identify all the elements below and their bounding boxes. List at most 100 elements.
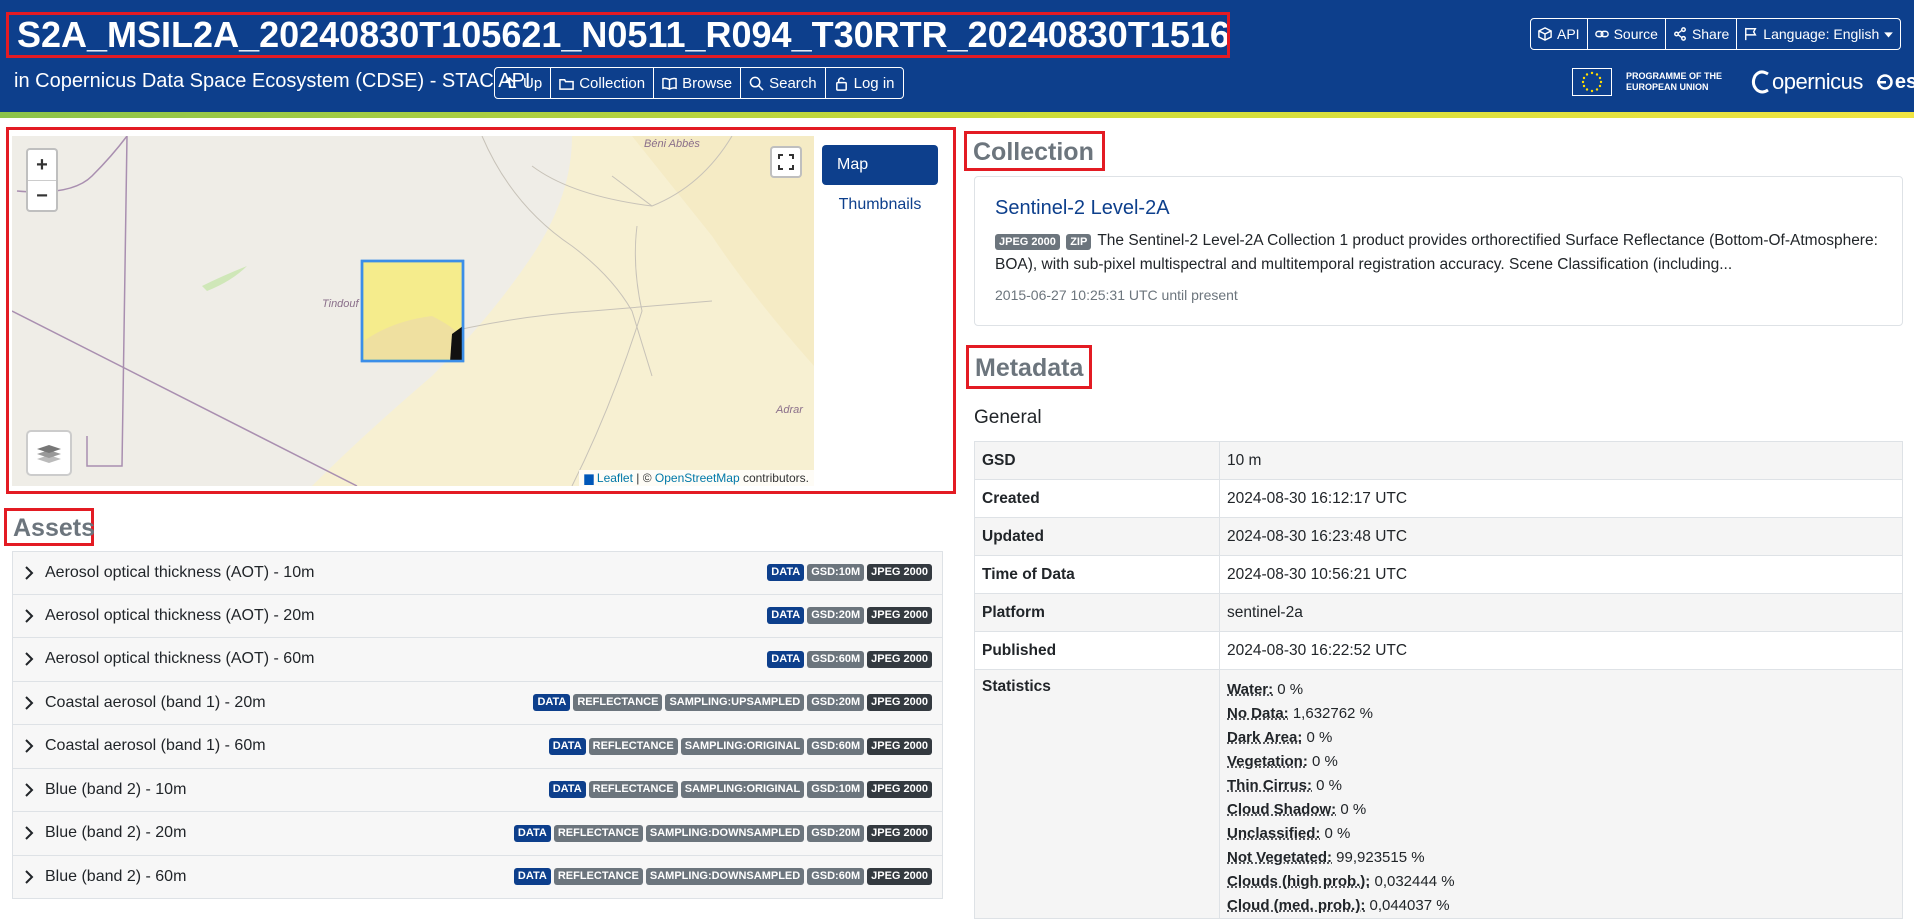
asset-row[interactable]: Blue (band 2) - 20m DATA REFLECTANCE SAMPLI… bbox=[12, 812, 943, 856]
asset-badge: REFLECTANCE bbox=[588, 781, 678, 799]
chevron-right-icon[interactable] bbox=[13, 869, 45, 885]
up-button-label: Up bbox=[523, 74, 543, 92]
asset-badge: JPEG 2000 bbox=[867, 564, 932, 582]
search-button-label: Search bbox=[769, 74, 817, 92]
asset-row[interactable]: Blue (band 2) - 10m DATA REFLECTANCE SAMPLI… bbox=[12, 768, 943, 812]
map-label-beni-abbes: Béni Abbès bbox=[644, 138, 700, 150]
asset-badge: GSD:10M bbox=[807, 564, 865, 582]
format-badge: ZIP bbox=[1066, 234, 1092, 250]
metadata-heading: Metadata bbox=[966, 345, 1092, 389]
collection-card: Sentinel-2 Level-2A JPEG 2000 ZIP The Se… bbox=[974, 176, 1903, 326]
chevron-right-icon[interactable] bbox=[13, 782, 45, 798]
asset-badge: SAMPLING:ORIGINAL bbox=[680, 781, 805, 799]
book-icon bbox=[662, 77, 677, 90]
asset-row[interactable]: Aerosol optical thickness (AOT) - 20m DAT… bbox=[12, 594, 943, 638]
asset-badge: JPEG 2000 bbox=[867, 607, 932, 625]
api-button[interactable]: API bbox=[1531, 19, 1588, 49]
map-label-adrar: Adrar bbox=[776, 404, 803, 416]
browse-button[interactable]: Browse bbox=[654, 68, 742, 98]
flag-icon bbox=[1745, 27, 1757, 41]
asset-badge: SAMPLING:ORIGINAL bbox=[680, 737, 805, 755]
metadata-value: sentinel-2a bbox=[1219, 593, 1903, 632]
zoom-in-button[interactable]: + bbox=[28, 150, 56, 181]
map-terrain bbox=[12, 136, 814, 486]
asset-title: Blue (band 2) - 10m bbox=[45, 780, 187, 798]
collection-title-link[interactable]: Sentinel-2 Level-2A bbox=[995, 197, 1170, 220]
tab-map[interactable]: Map bbox=[822, 145, 938, 185]
layers-icon bbox=[37, 445, 61, 463]
metadata-key: Updated bbox=[974, 517, 1220, 556]
language-dropdown-label: Language: English bbox=[1763, 26, 1880, 42]
asset-title: Blue (band 2) - 60m bbox=[45, 867, 187, 885]
asset-badge: GSD:20M bbox=[807, 694, 865, 712]
asset-badge: DATA bbox=[767, 650, 805, 668]
asset-badge: GSD:60M bbox=[807, 868, 865, 886]
collection-description-text: The Sentinel-2 Level-2A Collection 1 pro… bbox=[995, 232, 1878, 273]
openstreetmap-link[interactable]: OpenStreetMap bbox=[655, 471, 740, 485]
chevron-right-icon[interactable] bbox=[13, 695, 45, 711]
statistic-key: Not Vegetated: bbox=[1227, 849, 1333, 866]
login-button[interactable]: Log in bbox=[826, 68, 903, 98]
chevron-right-icon[interactable] bbox=[13, 738, 45, 754]
asset-badge: GSD:60M bbox=[807, 737, 865, 755]
chevron-right-icon[interactable] bbox=[13, 651, 45, 667]
asset-title: Coastal aerosol (band 1) - 60m bbox=[45, 737, 266, 755]
collection-button[interactable]: Collection bbox=[551, 68, 655, 98]
search-button[interactable]: Search bbox=[741, 68, 826, 98]
assets-list: Aerosol optical thickness (AOT) - 10m DAT… bbox=[12, 551, 943, 899]
asset-badges: DATA REFLECTANCE SAMPLING:ORIGINAL GSD:60M J… bbox=[548, 737, 942, 755]
asset-row[interactable]: Coastal aerosol (band 1) - 20m DATA REFLEC… bbox=[12, 681, 943, 725]
collection-heading: Collection bbox=[964, 131, 1105, 171]
statistic-item: Vegetation: 0 % bbox=[1227, 750, 1895, 774]
leaflet-link[interactable]: Leaflet bbox=[597, 471, 633, 485]
asset-title: Aerosol optical thickness (AOT) - 10m bbox=[45, 563, 315, 581]
api-button-label: API bbox=[1557, 26, 1580, 42]
fullscreen-button[interactable] bbox=[770, 146, 802, 178]
tab-thumbnails[interactable]: Thumbnails bbox=[822, 187, 938, 223]
map-label-tindouf: Tindouf bbox=[322, 298, 359, 310]
asset-row[interactable]: Aerosol optical thickness (AOT) - 10m DAT… bbox=[12, 551, 943, 595]
share-button[interactable]: Share bbox=[1666, 19, 1738, 49]
statistic-item: Dark Area: 0 % bbox=[1227, 726, 1895, 750]
statistic-key: Water: bbox=[1227, 681, 1274, 698]
chevron-right-icon[interactable] bbox=[13, 825, 45, 841]
statistics-values: Water: 0 % No Data: 1,632762 % Dark Area: … bbox=[1219, 669, 1903, 919]
share-button-label: Share bbox=[1691, 26, 1730, 42]
metadata-row: Time of Data 2024-08-30 10:56:21 UTC bbox=[974, 555, 1903, 594]
asset-badge: GSD:60M bbox=[807, 650, 865, 668]
statistic-value: 99,923515 % bbox=[1332, 849, 1425, 866]
asset-badge: REFLECTANCE bbox=[553, 824, 643, 842]
chevron-right-icon[interactable] bbox=[13, 565, 45, 581]
up-button[interactable]: Up bbox=[495, 68, 552, 98]
statistic-item: Unclassified: 0 % bbox=[1227, 822, 1895, 846]
metadata-table: GSD 10 m Created 2024-08-30 16:12:17 UTC Upd… bbox=[974, 441, 1903, 919]
language-dropdown[interactable]: Language: English bbox=[1737, 19, 1900, 49]
map-view-tabs: Map Thumbnails bbox=[822, 145, 938, 223]
metadata-row: Platform sentinel-2a bbox=[974, 593, 1903, 632]
map-view[interactable]: Béni Abbès Tindouf Adrar + − ▆ Leaflet |… bbox=[12, 136, 814, 486]
statistic-value: 0,032444 % bbox=[1370, 873, 1455, 890]
chevron-right-icon[interactable] bbox=[13, 608, 45, 624]
asset-row[interactable]: Coastal aerosol (band 1) - 60m DATA REFLEC… bbox=[12, 725, 943, 769]
asset-title: Blue (band 2) - 20m bbox=[45, 824, 187, 842]
asset-badges: DATA REFLECTANCE SAMPLING:DOWNSAMPLED GSD:2… bbox=[513, 824, 942, 842]
statistic-item: No Data: 1,632762 % bbox=[1227, 702, 1895, 726]
collection-date-range: 2015-06-27 10:25:31 UTC until present bbox=[995, 287, 1238, 303]
asset-badge: SAMPLING:UPSAMPLED bbox=[665, 694, 805, 712]
search-icon bbox=[749, 76, 764, 91]
source-button[interactable]: Source bbox=[1588, 19, 1666, 49]
asset-badges: DATA REFLECTANCE SAMPLING:ORIGINAL GSD:10M J… bbox=[548, 781, 942, 799]
statistic-value: 0 % bbox=[1307, 753, 1338, 770]
browse-button-label: Browse bbox=[682, 74, 733, 92]
asset-badge: DATA bbox=[513, 824, 551, 842]
fullscreen-icon bbox=[778, 154, 794, 170]
ukraine-flag-icon: ▆ bbox=[584, 471, 594, 485]
statistic-value: 0 % bbox=[1312, 777, 1343, 794]
asset-row[interactable]: Aerosol optical thickness (AOT) - 60m DAT… bbox=[12, 638, 943, 682]
zoom-out-button[interactable]: − bbox=[28, 181, 56, 211]
asset-badges: DATA GSD:60M JPEG 2000 bbox=[767, 650, 942, 668]
asset-row[interactable]: Blue (band 2) - 60m DATA REFLECTANCE SAMPLI… bbox=[12, 855, 943, 899]
layers-button[interactable] bbox=[26, 430, 72, 476]
statistic-value: 1,632762 % bbox=[1288, 705, 1373, 722]
eu-programme-text: PROGRAMME OF THE EUROPEAN UNION bbox=[1626, 71, 1722, 92]
